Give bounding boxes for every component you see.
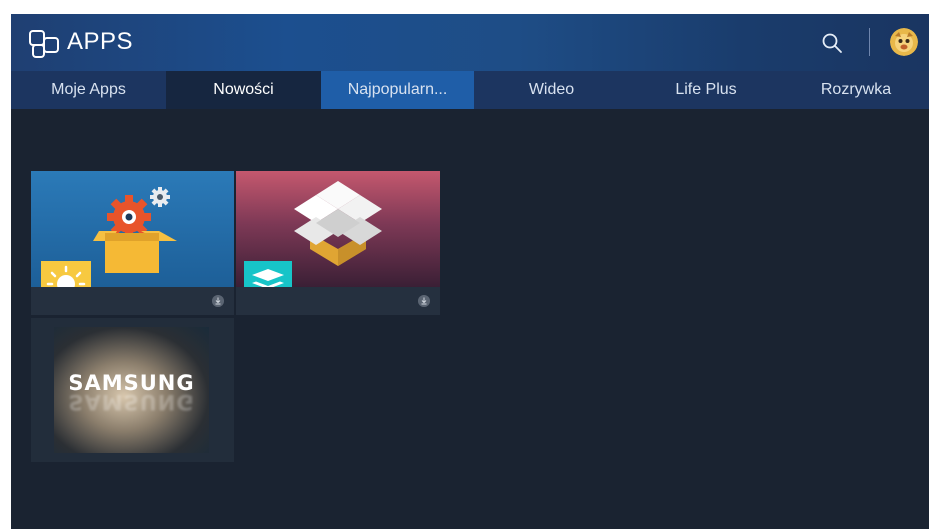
search-icon[interactable] — [821, 32, 843, 54]
samsung-artwork: SAMSUNG SAMSUNG — [54, 327, 209, 453]
download-icon — [418, 295, 430, 307]
tab-najpopularniejsze[interactable]: Najpopularn... — [321, 71, 474, 109]
apps-icon — [29, 30, 59, 58]
tab-life-plus[interactable]: Life Plus — [629, 71, 783, 109]
profile-avatar-icon[interactable] — [890, 28, 918, 56]
tab-nowosci[interactable]: Nowości — [166, 71, 321, 109]
download-icon — [212, 295, 224, 307]
app-tile-samsung[interactable]: SAMSUNG SAMSUNG — [31, 318, 234, 462]
tile-footer — [31, 287, 234, 315]
tile-footer — [236, 287, 440, 315]
tab-moje-apps[interactable]: Moje Apps — [11, 71, 166, 109]
header-bar: APPS — [11, 14, 929, 71]
app-tile-box[interactable] — [236, 171, 440, 315]
tab-wideo[interactable]: Wideo — [474, 71, 629, 109]
header-divider — [869, 28, 870, 56]
category-tabs: Moje Apps Nowości Najpopularn... Wideo L… — [11, 71, 929, 109]
page-title: APPS — [67, 28, 134, 55]
samsung-logo-reflection: SAMSUNG — [68, 390, 195, 414]
app-tile-settings[interactable] — [31, 171, 234, 315]
tab-rozrywka[interactable]: Rozrywka — [783, 71, 929, 109]
apps-screen: APPS Moje Apps Nowości Najpopularn... Wi… — [11, 14, 929, 529]
